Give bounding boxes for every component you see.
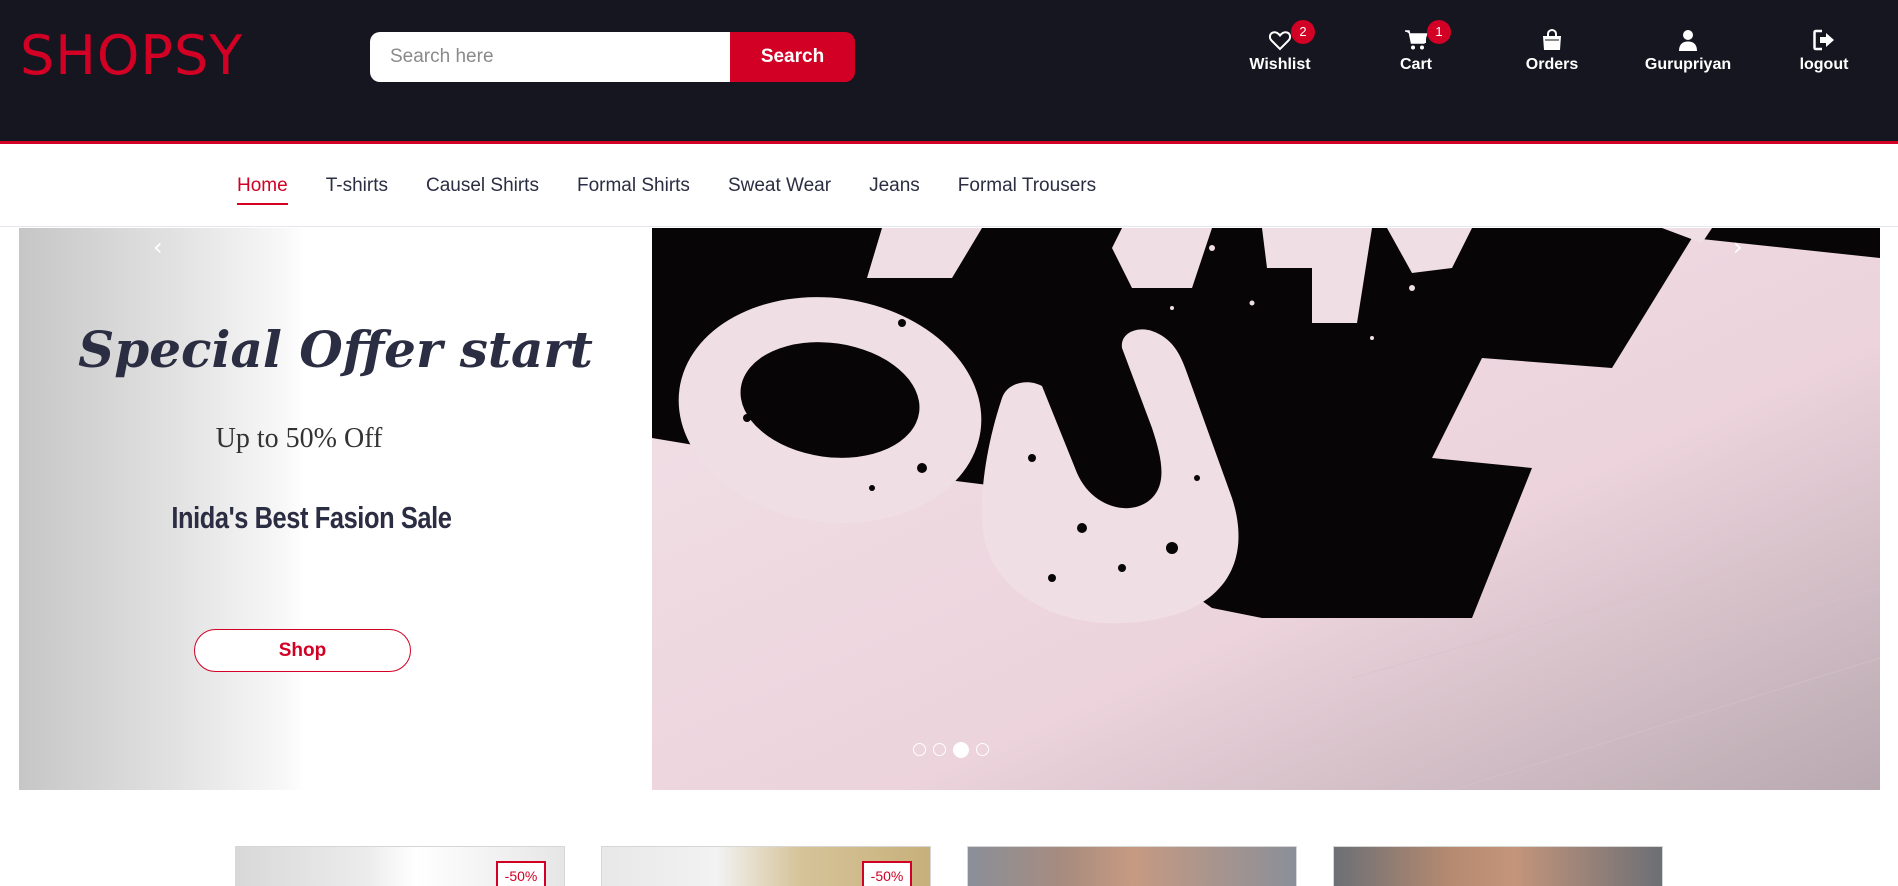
carousel-dot-2[interactable] [933, 743, 946, 756]
product-grid: -50% -50% [235, 846, 1665, 886]
cart-icon [1404, 28, 1428, 52]
hero-title: Special Offer start [78, 320, 593, 379]
hero-banner-image [652, 228, 1880, 790]
carousel-dot-4[interactable] [976, 743, 989, 756]
nav-item-sweat-wear[interactable]: Sweat Wear [728, 175, 831, 205]
header-actions: Wishlist 2 Cart 1 Orders Gurupriyan logo… [1215, 20, 1895, 88]
site-logo[interactable]: SHOPSY [20, 24, 243, 87]
logout-icon [1812, 28, 1836, 52]
carousel-dot-1[interactable] [913, 743, 926, 756]
site-header: SHOPSY Search Wishlist 2 Cart 1 Orders [0, 0, 1898, 144]
account-label: Gurupriyan [1644, 56, 1732, 73]
hero-carousel: Special Offer start Up to 50% Off Inida'… [19, 228, 1880, 790]
product-card[interactable]: -50% [601, 846, 931, 886]
shopping-bag-icon [1540, 28, 1564, 52]
product-card[interactable] [967, 846, 1297, 886]
nav-item-formal-shirts[interactable]: Formal Shirts [577, 175, 690, 205]
hero-tagline: Inida's Best Fasion Sale [171, 500, 452, 535]
nav-item-formal-trousers[interactable]: Formal Trousers [958, 175, 1096, 205]
carousel-indicators [913, 741, 996, 758]
hero-subtitle: Up to 50% Off [215, 423, 383, 454]
sale-badge: -50% [496, 861, 546, 886]
orders-link[interactable]: Orders [1487, 28, 1617, 74]
carousel-prev-arrow[interactable]: ‹ [153, 233, 163, 261]
nav-item-jeans[interactable]: Jeans [869, 175, 920, 205]
wishlist-label: Wishlist [1249, 56, 1311, 73]
nav-list: Home T-shirts Causel Shirts Formal Shirt… [237, 175, 1134, 205]
sale-badge: -50% [862, 861, 912, 886]
shop-button[interactable]: Shop [194, 629, 411, 672]
carousel-next-arrow[interactable]: › [1733, 233, 1743, 261]
account-link[interactable]: Gurupriyan [1623, 28, 1753, 74]
nav-item-causel-shirts[interactable]: Causel Shirts [426, 175, 539, 205]
logout-link[interactable]: logout [1759, 28, 1889, 74]
wishlist-link[interactable]: Wishlist 2 [1215, 20, 1345, 74]
search-input[interactable] [370, 32, 730, 82]
nav-item-home[interactable]: Home [237, 175, 288, 205]
cart-link[interactable]: Cart 1 [1351, 20, 1481, 74]
wishlist-count-badge: 2 [1291, 20, 1315, 44]
search-button[interactable]: Search [730, 32, 855, 82]
carousel-dot-3[interactable] [953, 741, 969, 758]
search-bar: Search [370, 32, 855, 82]
logout-label: logout [1799, 56, 1849, 73]
orders-label: Orders [1525, 56, 1579, 73]
product-card[interactable]: -50% [235, 846, 565, 886]
product-card[interactable] [1333, 846, 1663, 886]
user-icon [1676, 28, 1700, 52]
cart-label: Cart [1399, 56, 1432, 73]
hero-promo-panel: Special Offer start Up to 50% Off Inida'… [19, 228, 652, 790]
nav-item-t-shirts[interactable]: T-shirts [326, 175, 388, 205]
cart-count-badge: 1 [1427, 20, 1451, 44]
heart-icon [1268, 28, 1292, 52]
main-nav: Home T-shirts Causel Shirts Formal Shirt… [0, 147, 1898, 227]
